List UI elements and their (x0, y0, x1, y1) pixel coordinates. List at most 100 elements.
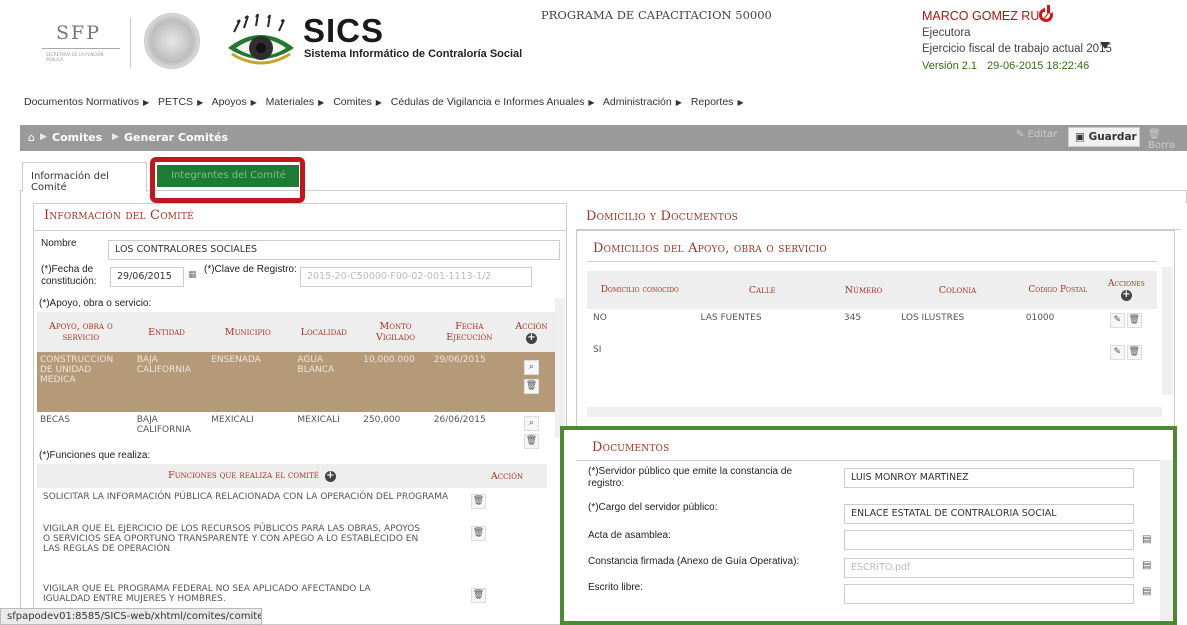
menu-item-administracion[interactable]: Administración (603, 96, 672, 108)
servidor-label: (*)Servidor público que emite la constan… (588, 466, 792, 489)
add-icon[interactable]: + (525, 332, 537, 344)
table-row[interactable]: SOLICITAR LA INFORMACIÓN PÚBLICA RELACIO… (37, 488, 547, 520)
session-datetime: 29-06-2015 18:22:46 (987, 60, 1090, 72)
acta-input[interactable] (844, 530, 1134, 550)
table-row[interactable]: NO LAS FUENTES 345 LOS ILUSTRES 01000 ✎ 🗑 (587, 309, 1157, 339)
menu-item-documentos[interactable]: Documentos Normativos (24, 96, 139, 108)
apoyo-scrollbar[interactable] (555, 298, 565, 438)
cell-domicilio: NO (593, 313, 607, 323)
add-icon[interactable]: + (324, 471, 336, 482)
menu-item-apoyos[interactable]: Apoyos (212, 96, 247, 108)
edit-button[interactable]: ✎ Editar (1016, 129, 1057, 140)
col-accion: Acción + (508, 312, 555, 352)
clave-label: (*)Clave de Registro: (204, 264, 297, 275)
menu-arrow-icon: ▶ (250, 98, 257, 107)
escrito-label: Escrito libre: (588, 582, 644, 593)
menu-arrow-icon: ▶ (142, 98, 150, 107)
trash-icon[interactable]: 🗑 (1126, 313, 1142, 328)
col-acciones: Acciones + (1096, 271, 1157, 309)
domicilio-documentos-title: Domicilio y Documentos (586, 209, 739, 224)
edit-icon[interactable]: ✎ (1109, 345, 1125, 360)
cargo-input[interactable]: ENLACE ESTATAL DE CONTRALORIA SOCIAL (844, 504, 1134, 524)
breadcrumb-arrow-icon: ▶ (40, 132, 47, 142)
add-icon[interactable]: + (1120, 290, 1132, 301)
servidor-input[interactable]: LUIS MONROY MARTINEZ (844, 468, 1134, 488)
table-row[interactable]: VIGILAR QUE EL EJERCICIO DE LOS RECURSOS… (37, 520, 547, 578)
user-menu-chevron-icon[interactable] (1100, 42, 1110, 49)
col-monto: Monto Vigilado (375, 321, 415, 343)
cell-localidad: AGUA BLANCA (297, 355, 335, 375)
app-header: SFP SECRETARÍA DE LA FUNCIÓN PÚBLICA SIC… (0, 0, 1187, 90)
delete-button[interactable]: 🗑Borra (1148, 129, 1187, 151)
upload-icon[interactable]: ▤ (1142, 560, 1151, 571)
menu-item-cedulas[interactable]: Cédulas de Vigilancia e Informes Anuales (391, 96, 585, 108)
trash-icon[interactable]: 🗑 (471, 526, 486, 541)
cell-fecha: 26/06/2015 (433, 415, 486, 425)
menu-item-comites[interactable]: Comites (333, 96, 372, 108)
fiscal-year: Ejercicio fiscal de trabajo actual 2015 (922, 43, 1112, 55)
col-entidad: Entidad (148, 326, 185, 338)
mexico-seal-icon (144, 13, 200, 69)
breadcrumb-comites[interactable]: Comites (52, 131, 102, 144)
calendar-icon[interactable]: ▦ (188, 270, 197, 280)
domicilios-vscrollbar[interactable] (1162, 267, 1173, 395)
col-cp: Codigo Postal (1028, 284, 1088, 295)
cell-calle: LAS FUENTES (700, 313, 762, 323)
fecha-input[interactable]: 29/06/2015 (110, 267, 184, 287)
cargo-label: (*)Cargo del servidor público: (588, 502, 718, 513)
status-bar-url: sfpapodev01:8585/SICS-web/xhtml/comites/… (0, 608, 262, 625)
nombre-label: Nombre (41, 238, 77, 249)
table-row[interactable]: CONSTRUCCION DE UNIDAD MEDICA BAJA CALIF… (37, 352, 555, 412)
documentos-panel: Documentos (*)Servidor público que emite… (560, 426, 1177, 625)
trash-icon[interactable]: 🗑 (523, 434, 539, 449)
trash-icon: 🗑 (1148, 129, 1161, 140)
nombre-input[interactable]: LOS CONTRALORES SOCIALES (108, 240, 560, 260)
menu-item-petcs[interactable]: PETCS (158, 96, 193, 108)
sics-eye-logo-icon (228, 14, 294, 65)
escrito-input[interactable] (844, 584, 1134, 604)
col-calle: Calle (748, 284, 776, 296)
search-icon[interactable]: ⌕ (523, 360, 539, 375)
trash-icon[interactable]: 🗑 (523, 379, 539, 394)
power-icon[interactable] (1039, 5, 1053, 22)
constancia-input[interactable]: ESCRITO.pdf (844, 558, 1134, 578)
trash-icon[interactable]: 🗑 (471, 494, 486, 509)
domicilios-hscrollbar[interactable] (587, 407, 1162, 417)
menu-arrow-icon: ▶ (318, 98, 325, 107)
col-fecha: Fecha Ejecución (446, 321, 493, 343)
upload-icon[interactable]: ▤ (1142, 586, 1151, 597)
table-row[interactable]: BECAS BAJA CALIFORNIA MEXICALI MEXICALI … (37, 412, 555, 452)
save-button[interactable]: ▣ Guardar (1068, 127, 1140, 147)
constancia-label: Constancia firmada (Anexo de Guía Operat… (588, 556, 800, 567)
upload-icon[interactable]: ▤ (1142, 534, 1151, 545)
col-accion: Acción (490, 470, 524, 482)
cell-municipio: MEXICALI (211, 415, 254, 425)
home-icon[interactable]: ⌂ (28, 131, 35, 144)
documentos-scrollbar[interactable] (1160, 460, 1173, 620)
cell-numero: 345 (843, 313, 862, 323)
breadcrumb-generar: Generar Comités (124, 131, 229, 144)
edit-icon[interactable]: ✎ (1109, 313, 1125, 328)
search-icon[interactable]: ⌕ (523, 416, 539, 431)
save-icon: ▣ (1075, 131, 1089, 143)
tab-informacion[interactable]: Información del Comité (22, 162, 147, 193)
app-title: SICS (303, 12, 385, 49)
cell-monto: 250,000 (363, 415, 401, 425)
trash-icon[interactable]: 🗑 (1126, 345, 1142, 360)
app-subtitle: Sistema Informático de Contraloría Socia… (304, 48, 523, 60)
menu-item-reportes[interactable]: Reportes (691, 96, 734, 108)
funciones-table: Funciones que realiza el comité + Acción… (37, 464, 547, 614)
cell-colonia: LOS ILUSTRES (901, 313, 965, 323)
col-apoyo: Apoyo, obra o servicio (49, 321, 113, 343)
program-name: PROGRAMA DE CAPACITACION 50000 (541, 8, 772, 22)
trash-icon[interactable]: 🗑 (471, 588, 486, 603)
sfp-logo: SFP SECRETARÍA DE LA FUNCIÓN PÚBLICA (28, 22, 120, 66)
table-row[interactable]: SI ✎ 🗑 (587, 339, 1157, 369)
cell-localidad: MEXICALI (297, 415, 340, 425)
cell-numero (832, 339, 895, 369)
menu-item-materiales[interactable]: Materiales (266, 96, 314, 108)
user-name: MARCO GOMEZ RUIZ (922, 9, 1051, 23)
cell-fecha: 29/06/2015 (433, 355, 486, 365)
cell-entidad: BAJA CALIFORNIA (136, 415, 191, 435)
cell-entidad: BAJA CALIFORNIA (136, 355, 191, 375)
